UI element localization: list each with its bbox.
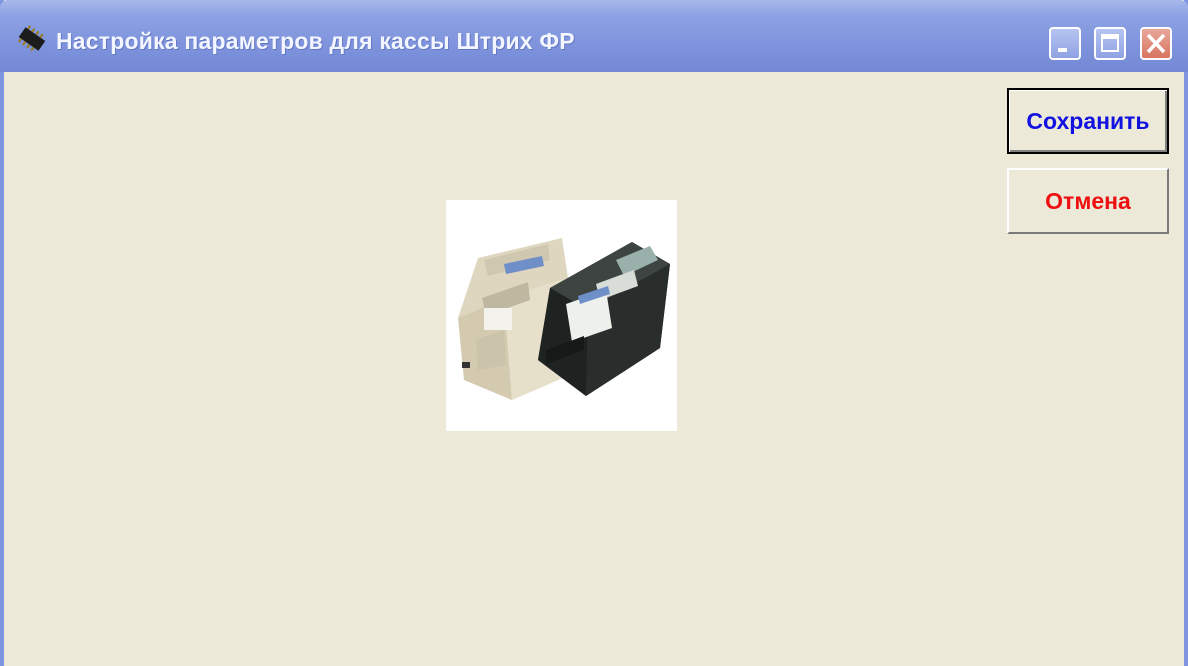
window-content: Сохранить Отмена (4, 72, 1184, 666)
minimize-button[interactable] (1049, 27, 1081, 60)
maximize-button[interactable] (1094, 27, 1126, 60)
cash-register-image (446, 200, 677, 431)
cancel-button[interactable]: Отмена (1007, 168, 1169, 234)
maximize-icon (1101, 34, 1119, 52)
chip-icon (18, 25, 46, 52)
save-button[interactable]: Сохранить (1007, 88, 1169, 154)
minimize-icon (1058, 48, 1067, 52)
close-icon (1146, 33, 1166, 54)
settings-window: Настройка параметров для кассы Штрих ФР (0, 0, 1188, 666)
window-title: Настройка параметров для кассы Штрих ФР (56, 28, 575, 54)
title-bar[interactable]: Настройка параметров для кассы Штрих ФР (0, 0, 1188, 72)
close-button[interactable] (1140, 27, 1172, 60)
cash-register-printers-icon (458, 238, 670, 400)
